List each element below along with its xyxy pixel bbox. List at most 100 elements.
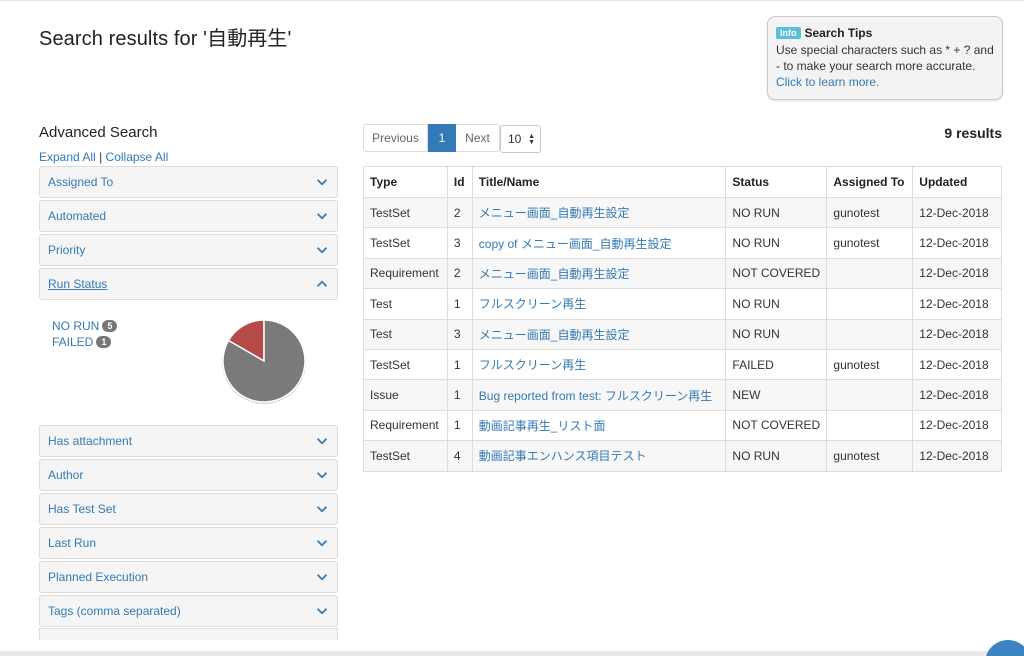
legend-item-failed[interactable]: FAILED 1 bbox=[52, 334, 117, 350]
filter-priority[interactable]: Priority bbox=[39, 234, 338, 266]
table-row[interactable]: TestSet 2 メニュー画面_自動再生設定 NO RUN gunotest 12-De… bbox=[363, 196, 1002, 229]
column-header-status[interactable]: Status bbox=[725, 166, 828, 198]
advanced-search-title: Advanced Search bbox=[39, 124, 158, 141]
previous-page-button[interactable]: Previous bbox=[363, 124, 428, 152]
cell-title: Bug reported from test: フルスクリーン再生 bbox=[471, 379, 727, 411]
cell-title: メニュー画面_自動再生設定 bbox=[471, 318, 727, 350]
chevron-down-icon bbox=[316, 506, 328, 513]
search-tips-header: Info Search Tips bbox=[776, 26, 994, 40]
next-page-button[interactable]: Next bbox=[456, 124, 500, 152]
info-badge: Info bbox=[776, 27, 801, 39]
cell-assigned-to: gunotest bbox=[826, 227, 914, 259]
help-fab-button[interactable] bbox=[985, 640, 1024, 656]
column-header-type[interactable]: Type bbox=[363, 166, 448, 198]
cell-status: NO RUN bbox=[725, 196, 828, 229]
filter-automated[interactable]: Automated bbox=[39, 200, 338, 232]
filter-last-run[interactable]: Last Run bbox=[39, 527, 338, 559]
table-row[interactable]: Test 1 フルスクリーン再生 NO RUN 12-Dec-2018 bbox=[363, 288, 1002, 320]
run-status-pie-chart bbox=[222, 319, 306, 404]
filter-more-cutoff bbox=[39, 628, 338, 640]
page-1-button[interactable]: 1 bbox=[428, 124, 456, 152]
learn-more-link[interactable]: Click to learn more. bbox=[776, 74, 994, 90]
cell-id: 2 bbox=[446, 196, 473, 229]
result-title-link[interactable]: メニュー画面_自動再生設定 bbox=[479, 328, 630, 342]
cell-updated: 12-Dec-2018 bbox=[912, 379, 1002, 411]
result-title-link[interactable]: 動画記事再生_リスト面 bbox=[479, 419, 606, 433]
cell-updated: 12-Dec-2018 bbox=[912, 288, 1002, 320]
cell-title: フルスクリーン再生 bbox=[471, 288, 727, 320]
filter-author[interactable]: Author bbox=[39, 459, 338, 491]
link-separator: | bbox=[99, 150, 103, 164]
table-row[interactable]: Requirement 2 メニュー画面_自動再生設定 NOT COVERED 12-D… bbox=[363, 257, 1002, 290]
cell-type: Test bbox=[363, 288, 448, 320]
cell-updated: 12-Dec-2018 bbox=[912, 257, 1002, 290]
cell-updated: 12-Dec-2018 bbox=[912, 227, 1002, 259]
cell-type: Requirement bbox=[363, 409, 448, 442]
cell-status: NO RUN bbox=[725, 227, 828, 259]
chevron-down-icon bbox=[316, 247, 328, 254]
cell-type: TestSet bbox=[363, 440, 448, 472]
table-row[interactable]: Issue 1 Bug reported from test: フルスクリーン再生 N… bbox=[363, 379, 1002, 411]
cell-title: フルスクリーン再生 bbox=[471, 348, 727, 381]
pagination: Previous 1 Next bbox=[363, 124, 500, 152]
column-header-id[interactable]: Id bbox=[446, 166, 473, 198]
filter-has-attachment[interactable]: Has attachment bbox=[39, 425, 338, 457]
table-row[interactable]: TestSet 1 フルスクリーン再生 FAILED gunotest 12-Dec-20… bbox=[363, 348, 1002, 381]
column-header-updated[interactable]: Updated bbox=[912, 166, 1002, 198]
filter-label: Run Status bbox=[48, 277, 108, 291]
table-row[interactable]: Test 3 メニュー画面_自動再生設定 NO RUN 12-Dec-2018 bbox=[363, 318, 1002, 350]
filter-label: Tags (comma separated) bbox=[48, 604, 181, 618]
filter-label: Last Run bbox=[48, 536, 97, 550]
table-row[interactable]: TestSet 4 動画記事エンハンス項目テスト NO RUN gunotest 12-D… bbox=[363, 440, 1002, 472]
legend-item-no-run[interactable]: NO RUN 5 bbox=[52, 318, 118, 334]
column-header-assigned-to[interactable]: Assigned To bbox=[826, 166, 914, 198]
cell-assigned-to bbox=[826, 288, 914, 320]
filter-has-test-set[interactable]: Has Test Set bbox=[39, 493, 338, 525]
run-status-panel: NO RUN 5 FAILED 1 bbox=[39, 300, 338, 422]
cell-title: メニュー画面_自動再生設定 bbox=[471, 257, 727, 290]
chevron-down-icon bbox=[316, 179, 328, 186]
cell-id: 1 bbox=[446, 379, 473, 411]
result-title-link[interactable]: 動画記事エンハンス項目テスト bbox=[479, 449, 647, 463]
result-title-link[interactable]: フルスクリーン再生 bbox=[479, 297, 586, 311]
expand-collapse-links: Expand All | Collapse All bbox=[39, 150, 168, 164]
legend-label: NO RUN bbox=[52, 319, 100, 333]
cell-title: メニュー画面_自動再生設定 bbox=[471, 196, 727, 229]
cell-status: FAILED bbox=[725, 348, 828, 381]
cell-assigned-to: gunotest bbox=[826, 196, 914, 229]
table-row[interactable]: TestSet 3 copy of メニュー画面_自動再生設定 NO RUN gunot… bbox=[363, 227, 1002, 259]
result-title-link[interactable]: フルスクリーン再生 bbox=[479, 358, 586, 372]
expand-all-link[interactable]: Expand All bbox=[39, 150, 96, 164]
filter-run-status[interactable]: Run Status bbox=[39, 268, 338, 300]
search-tips-heading: Search Tips bbox=[804, 26, 873, 40]
page-size-select[interactable]: 10 ▲ ▼ bbox=[500, 125, 541, 153]
cell-assigned-to bbox=[826, 318, 914, 350]
chevron-down-icon bbox=[316, 213, 328, 220]
filter-planned-execution[interactable]: Planned Execution bbox=[39, 561, 338, 593]
cell-type: Test bbox=[363, 318, 448, 350]
result-title-link[interactable]: Bug reported from test: フルスクリーン再生 bbox=[479, 389, 712, 403]
result-title-link[interactable]: copy of メニュー画面_自動再生設定 bbox=[479, 237, 672, 251]
cell-status: NOT COVERED bbox=[725, 409, 828, 442]
cell-assigned-to bbox=[826, 379, 914, 411]
result-title-link[interactable]: メニュー画面_自動再生設定 bbox=[479, 267, 630, 281]
cell-status: NO RUN bbox=[725, 318, 828, 350]
result-title-link[interactable]: メニュー画面_自動再生設定 bbox=[479, 206, 630, 220]
cell-updated: 12-Dec-2018 bbox=[912, 348, 1002, 381]
cell-assigned-to bbox=[826, 257, 914, 290]
filter-assigned-to[interactable]: Assigned To bbox=[39, 166, 338, 198]
collapse-all-link[interactable]: Collapse All bbox=[106, 150, 169, 164]
filter-label: Assigned To bbox=[48, 175, 114, 189]
column-header-title[interactable]: Title/Name bbox=[471, 166, 727, 198]
filter-tags-comma-separated[interactable]: Tags (comma separated) bbox=[39, 595, 338, 627]
cell-assigned-to: gunotest bbox=[826, 348, 914, 381]
cell-id: 3 bbox=[446, 227, 473, 259]
chevron-up-icon bbox=[316, 280, 328, 287]
filter-label: Planned Execution bbox=[48, 570, 149, 584]
bottom-divider bbox=[0, 651, 1024, 656]
table-row[interactable]: Requirement 1 動画記事再生_リスト面 NOT COVERED 12-Dec… bbox=[363, 409, 1002, 442]
cell-status: NO RUN bbox=[725, 440, 828, 472]
cell-assigned-to: gunotest bbox=[826, 440, 914, 472]
run-status-legend: NO RUN 5 FAILED 1 bbox=[52, 318, 118, 350]
cell-id: 3 bbox=[446, 318, 473, 350]
